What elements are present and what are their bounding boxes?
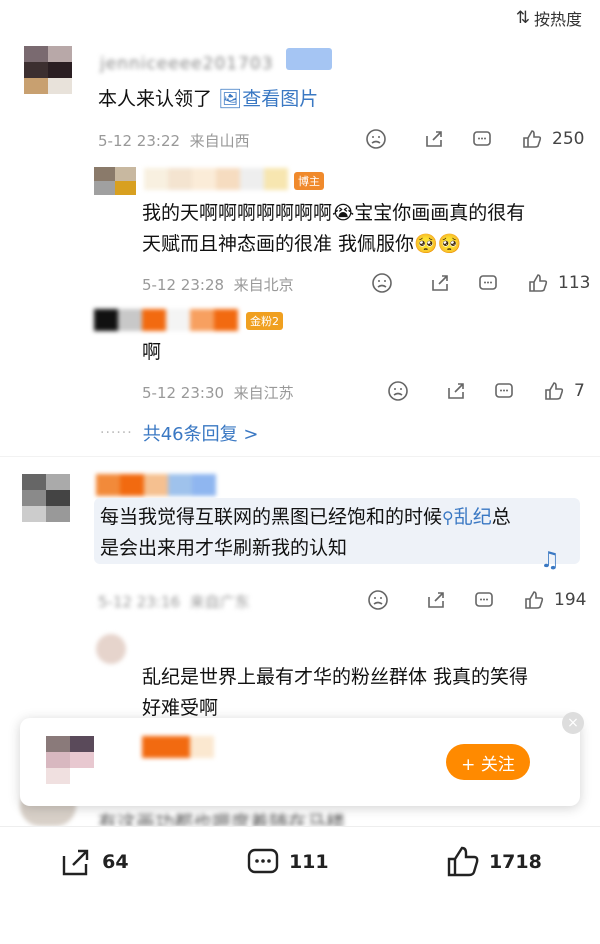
reply-meta: 5-12 23:30 来自江苏 [142,384,294,402]
like-count: 194 [554,590,587,610]
avatar[interactable] [22,474,70,522]
pleading-emoji-icon: 🥺🥺 [414,233,462,255]
reply-icon[interactable] [472,588,496,612]
reply-actions: 113 [370,271,590,295]
comment-text: 每当我觉得互联网的黑图已经饱和的时候⚲乱纪总 是会出来用才华刷新我的认知 [100,506,511,559]
like-count: 1718 [488,851,542,873]
reply-icon[interactable] [470,127,494,151]
avatar[interactable] [94,167,136,209]
comment-button[interactable]: 111 [245,844,329,880]
divider [0,456,600,457]
view-image-link[interactable]: 🖼查看图片 [218,88,318,110]
comment-actions: 194 [366,588,586,612]
sort-toggle[interactable]: ⇅ 按热度 [516,6,582,30]
image-icon: 🖼 [218,88,243,110]
share-button[interactable]: 64 [58,844,129,880]
dislike-icon[interactable] [364,127,388,151]
gold-fan-badge: 金粉2 [246,312,283,330]
avatar[interactable] [24,46,72,94]
follow-popup: + 关注 × [20,712,584,806]
sort-label: 按热度 [533,10,582,29]
share-icon [62,849,89,876]
close-icon[interactable]: × [562,712,584,734]
reply-text: 乱纪是世界上最有才华的粉丝群体 我真的笑得 好难受啊 [142,666,529,719]
follow-button[interactable]: + 关注 [446,744,530,780]
comment-count: 111 [288,851,329,873]
comment-meta: 5-12 23:16 来自广东 [98,593,250,611]
like-count: 250 [552,129,585,149]
reply-text: 啊 [142,341,162,363]
bottom-action-bar: 64 111 1718 [0,826,600,897]
comment-icon [247,848,279,874]
more-replies[interactable]: ······ 共46条回复 > [100,420,258,446]
share-icon[interactable] [424,588,448,612]
reply-text: 我的天啊啊啊啊啊啊啊😭宝宝你画画真的很有 天赋而且神态画的很准 我佩服你🥺🥺 [142,202,526,255]
partial-comment-text: 有这画功都也嗯度着随在马楼 [98,812,346,826]
like-icon[interactable] [522,588,546,612]
dots-decoration: ······ [100,425,133,441]
comment-text: 本人来认领了 🖼查看图片 [98,88,319,110]
username [142,736,214,758]
user-badge [286,48,332,70]
like-icon[interactable] [526,271,550,295]
laugh-cry-emoji-icon: 😭 [332,202,355,224]
like-button[interactable]: 1718 [445,844,542,880]
comment-meta: 5-12 23:22 来自山西 [98,132,250,150]
username[interactable] [94,309,238,331]
like-count: 7 [574,381,585,401]
username[interactable]: jenniceeee201703 [100,54,274,74]
reply-meta: 5-12 23:28 来自北京 [142,276,294,294]
blogger-badge: 博主 [294,172,324,190]
like-count: 113 [558,273,591,293]
sort-icon: ⇅ [515,8,530,28]
username[interactable] [96,474,216,496]
share-icon[interactable] [428,271,452,295]
thumbs-up-icon [447,846,479,877]
reply-icon[interactable] [476,271,500,295]
share-count: 64 [102,851,129,873]
like-icon[interactable] [542,379,566,403]
search-topic-link[interactable]: ⚲乱纪 [442,506,492,528]
share-icon[interactable] [422,127,446,151]
reply-icon[interactable] [492,379,516,403]
search-icon: ⚲ [442,508,454,527]
dislike-icon[interactable] [386,379,410,403]
dislike-icon[interactable] [366,588,390,612]
like-icon[interactable] [520,127,544,151]
comment-actions: 250 [364,127,584,151]
reply-actions: 7 [386,379,585,403]
dislike-icon[interactable] [370,271,394,295]
avatar[interactable] [46,736,94,784]
more-replies-label: 共46条回复 > [142,424,259,445]
music-note-icon: ♫ [540,548,560,573]
share-icon[interactable] [444,379,468,403]
avatar[interactable] [96,634,126,664]
username[interactable] [144,168,288,190]
